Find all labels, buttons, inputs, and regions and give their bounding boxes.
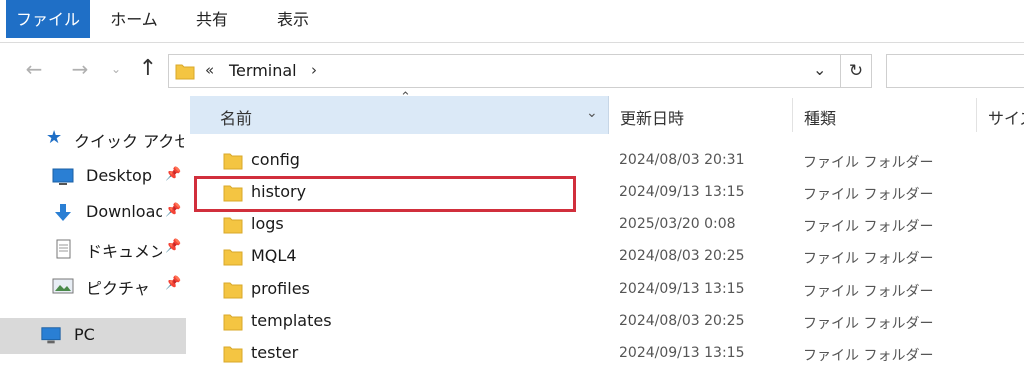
- sidebar-item-label: ドキュメント: [86, 242, 162, 261]
- sidebar-item-pictures[interactable]: ピクチャ 📌: [0, 270, 186, 302]
- file-name: profiles: [251, 279, 310, 298]
- sidebar-item-label: PC: [74, 325, 95, 344]
- column-header-row: 名前 ⌃ ⌄ 更新日時 種類 サイズ: [190, 90, 1024, 134]
- file-date: 2025/03/20 0:08: [619, 216, 736, 232]
- sidebar-item-label: Desktop: [86, 166, 152, 185]
- file-name: tester: [251, 343, 299, 362]
- download-icon: [55, 204, 71, 221]
- sidebar-item-desktop[interactable]: Desktop 📌: [0, 161, 186, 193]
- column-header-name[interactable]: 名前 ⌃ ⌄: [190, 90, 609, 134]
- folder-icon: [223, 217, 243, 234]
- sidebar-item-documents[interactable]: ドキュメント 📌: [0, 233, 186, 265]
- desktop-icon: [52, 168, 74, 185]
- file-date: 2024/09/13 13:15: [619, 281, 745, 297]
- file-row[interactable]: templates 2024/08/03 20:25 ファイル フォルダー: [190, 306, 1024, 338]
- file-row[interactable]: profiles 2024/09/13 13:15 ファイル フォルダー: [190, 274, 1024, 306]
- computer-icon: [41, 327, 61, 344]
- sidebar-item-label: クイック アクセス: [74, 132, 184, 151]
- arrow-right-icon[interactable]: →: [66, 55, 94, 83]
- file-type: ファイル フォルダー: [803, 284, 934, 300]
- pin-icon[interactable]: 📌: [165, 276, 181, 291]
- file-date: 2024/08/03 20:25: [619, 313, 745, 329]
- column-header-date[interactable]: 更新日時: [620, 105, 684, 129]
- address-dropdown-icon[interactable]: ⌄: [813, 60, 826, 79]
- sidebar-item-pc[interactable]: PC: [0, 318, 186, 354]
- file-row[interactable]: config 2024/08/03 20:31 ファイル フォルダー: [190, 145, 1024, 177]
- file-type: ファイル フォルダー: [803, 155, 934, 171]
- file-date: 2024/09/13 13:15: [619, 184, 745, 200]
- file-type: ファイル フォルダー: [803, 251, 934, 267]
- sidebar-item-downloads[interactable]: Downloads 📌: [0, 197, 186, 229]
- folder-icon: [223, 346, 243, 363]
- pin-icon[interactable]: 📌: [165, 239, 181, 254]
- file-date: 2024/09/13 13:15: [619, 345, 745, 361]
- file-type: ファイル フォルダー: [803, 187, 934, 203]
- sidebar-item-label: ピクチャ: [86, 279, 150, 298]
- file-row[interactable]: tester 2024/09/13 13:15 ファイル フォルダー: [190, 338, 1024, 370]
- sidebar: ★ クイック アクセス Desktop 📌 Downloads 📌 ドキュメント…: [0, 96, 190, 370]
- file-name: MQL4: [251, 246, 297, 265]
- file-date: 2024/08/03 20:31: [619, 152, 745, 168]
- pin-icon[interactable]: 📌: [165, 203, 181, 218]
- file-type: ファイル フォルダー: [803, 219, 934, 235]
- arrow-left-icon[interactable]: ←: [20, 55, 48, 83]
- picture-icon: [52, 278, 74, 294]
- navigation-bar: ← → ⌄ ↑ « Terminal › ⌄ ↻: [0, 43, 1024, 95]
- column-divider[interactable]: [976, 98, 977, 132]
- file-type: ファイル フォルダー: [803, 316, 934, 332]
- file-row[interactable]: MQL4 2024/08/03 20:25 ファイル フォルダー: [190, 241, 1024, 273]
- folder-icon: [223, 314, 243, 331]
- refresh-icon[interactable]: ↻: [840, 54, 872, 88]
- column-header-label: 名前: [220, 109, 253, 128]
- column-header-type[interactable]: 種類: [804, 105, 836, 129]
- tab-file[interactable]: ファイル: [6, 0, 90, 38]
- chevron-down-icon[interactable]: ⌄: [586, 105, 598, 121]
- document-icon: [56, 239, 71, 259]
- folder-icon: [223, 153, 243, 170]
- folder-icon: [223, 282, 243, 299]
- file-name: templates: [251, 311, 332, 330]
- ribbon: ファイル ホーム 共有 表示: [0, 0, 1024, 43]
- breadcrumb-overflow[interactable]: «: [205, 61, 214, 79]
- breadcrumb-segment[interactable]: Terminal: [229, 61, 297, 80]
- star-icon: ★: [46, 127, 63, 148]
- breadcrumb-separator[interactable]: ›: [311, 61, 317, 79]
- folder-icon: [223, 249, 243, 266]
- file-type: ファイル フォルダー: [803, 348, 934, 364]
- file-name: config: [251, 150, 300, 169]
- pin-icon[interactable]: 📌: [165, 167, 181, 182]
- arrow-up-icon[interactable]: ↑: [134, 55, 162, 83]
- folder-icon: [175, 64, 195, 80]
- column-divider[interactable]: [792, 98, 793, 132]
- search-input[interactable]: [886, 54, 1024, 88]
- file-date: 2024/08/03 20:25: [619, 248, 745, 264]
- address-bar[interactable]: « Terminal › ⌄: [168, 54, 842, 88]
- highlight-box: [194, 176, 576, 212]
- sidebar-item-label: Downloads: [86, 202, 162, 221]
- column-header-size[interactable]: サイズ: [988, 105, 1024, 129]
- sort-ascending-icon: ⌃: [400, 90, 411, 105]
- file-name: logs: [251, 214, 284, 233]
- file-row[interactable]: logs 2025/03/20 0:08 ファイル フォルダー: [190, 209, 1024, 241]
- tab-home[interactable]: ホーム: [104, 0, 164, 38]
- tab-share[interactable]: 共有: [186, 0, 238, 38]
- tab-view[interactable]: 表示: [267, 0, 319, 38]
- sidebar-item-quick-access[interactable]: ★ クイック アクセス: [0, 123, 186, 155]
- chevron-down-icon[interactable]: ⌄: [108, 55, 124, 83]
